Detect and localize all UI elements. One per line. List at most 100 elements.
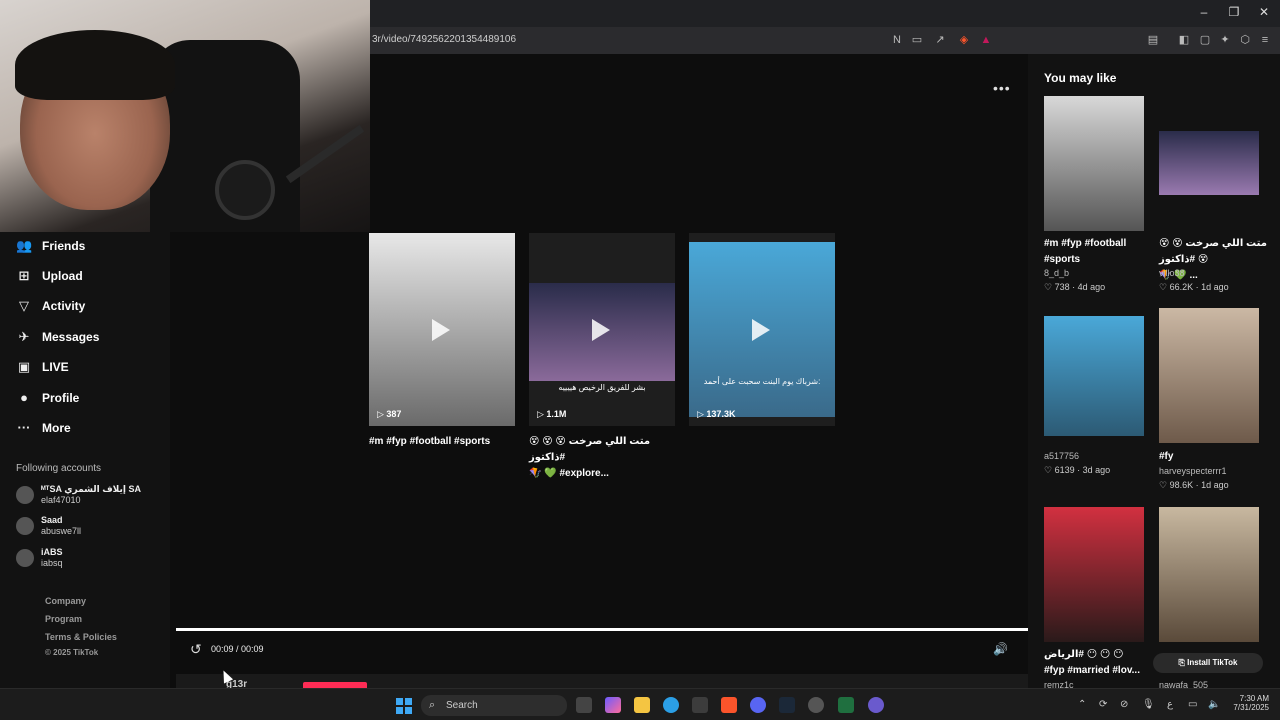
- sidebar-item-friends[interactable]: 👥 Friends: [16, 235, 85, 257]
- sidebar-item-upload[interactable]: ⊞ Upload: [16, 265, 83, 287]
- taskbar-clock[interactable]: 7:30 AM 7/31/2025: [1225, 694, 1269, 712]
- sidebar-item-activity[interactable]: ▽ Activity: [16, 295, 85, 317]
- sidebar-item-more[interactable]: ··· More: [16, 417, 71, 439]
- address-bar[interactable]: 3r/video/7492562201354489106 N ▭ ↗ ◈ ▲ ▤…: [370, 27, 1280, 54]
- sidebar-item-label: LIVE: [42, 360, 69, 374]
- tray-chevron-icon[interactable]: ⌃: [1078, 699, 1086, 710]
- account-name: iABS: [41, 547, 63, 557]
- tray-display-icon[interactable]: ▭: [1188, 699, 1197, 710]
- footer-link[interactable]: Company: [45, 596, 86, 606]
- sidebar-item-label: Friends: [42, 239, 86, 253]
- video-caption[interactable]: متت اللي صرخت 😵 😵 😵 #ذاكتوز 🪁 💚 #explore.…: [529, 434, 675, 482]
- obs-icon[interactable]: [808, 697, 824, 713]
- sidebar-item-live[interactable]: ▣ LIVE: [16, 356, 69, 378]
- sidebar-item-label: Profile: [42, 391, 80, 405]
- share-icon[interactable]: ↗: [933, 33, 947, 47]
- following-account[interactable]: ᴹᵀSA إيلاف الشمري SA elaf47010: [16, 481, 141, 509]
- footer-link[interactable]: Program: [45, 614, 82, 624]
- sidebar-item-label: Messages: [42, 330, 100, 344]
- windows-start-icon[interactable]: [396, 698, 412, 714]
- menu-icon[interactable]: ≡: [1258, 33, 1272, 47]
- view-count: ▷ 1.1M: [537, 409, 567, 419]
- maximize-window-button[interactable]: ❐: [1220, 5, 1248, 19]
- sidebar-toggle-icon[interactable]: ◧: [1177, 33, 1191, 47]
- messages-icon: ✈: [18, 329, 30, 344]
- heart-icon: ♡: [1044, 282, 1055, 292]
- footer-link[interactable]: Terms & Policies: [45, 632, 117, 642]
- recommended-video-thumbnail[interactable]: [1159, 131, 1259, 195]
- profile-icon: ●: [20, 390, 28, 405]
- play-icon[interactable]: [752, 319, 770, 341]
- tray-volume-icon[interactable]: 🔈: [1208, 699, 1220, 710]
- sidebar-item-messages[interactable]: ✈ Messages: [16, 326, 100, 348]
- store-icon[interactable]: [692, 697, 708, 713]
- video-card[interactable]: شرباك يوم البنت سحبت على أحمد: ▷ 137.3K: [689, 233, 835, 426]
- recommended-video-thumbnail[interactable]: [1044, 96, 1144, 231]
- recommended-video-thumbnail[interactable]: [1044, 507, 1144, 642]
- close-window-button[interactable]: ✕: [1250, 5, 1278, 19]
- brave-rewards-icon[interactable]: ▲: [979, 33, 993, 47]
- brave-shield-icon[interactable]: ◈: [957, 33, 971, 47]
- tray-network-icon[interactable]: ⊘: [1120, 699, 1128, 710]
- recommended-video-thumbnail[interactable]: [1044, 316, 1144, 436]
- account-name: ᴹᵀSA إيلاف الشمري SA: [41, 484, 141, 494]
- webcam-overlay: [0, 0, 370, 232]
- recommended-video-author[interactable]: harveyspecterrr1: [1159, 466, 1227, 476]
- account-handle: elaf47010: [41, 495, 81, 505]
- minimize-window-button[interactable]: –: [1190, 5, 1218, 19]
- discord-icon[interactable]: [750, 697, 766, 713]
- leo-ai-icon[interactable]: ✦: [1218, 33, 1232, 47]
- recommended-video-title[interactable]: #fy: [1159, 449, 1269, 465]
- activity-icon: ▽: [19, 298, 29, 313]
- steam-icon[interactable]: [779, 697, 795, 713]
- video-overlay-text: شرباك يوم البنت سحبت على أحمد:: [703, 377, 821, 386]
- cast-icon[interactable]: ▭: [910, 33, 924, 47]
- edge-icon[interactable]: [663, 697, 679, 713]
- recommended-video-title[interactable]: #m #fyp #football #sports: [1044, 236, 1154, 268]
- app-icon[interactable]: [868, 697, 884, 713]
- recommended-video-author[interactable]: 8_d_b: [1044, 268, 1069, 278]
- video-card[interactable]: بشر للفريق الرخيص هييييه ▷ 1.1M: [529, 233, 675, 426]
- heart-icon: ♡: [1044, 465, 1055, 475]
- brave-browser-icon[interactable]: [721, 697, 737, 713]
- sidebar-item-label: Upload: [42, 269, 83, 283]
- account-handle: iabsq: [41, 558, 63, 568]
- play-icon[interactable]: [432, 319, 450, 341]
- taskbar-search-input[interactable]: ⌕ Search: [421, 695, 567, 716]
- reader-icon[interactable]: ▤: [1146, 33, 1160, 47]
- video-progress-bar[interactable]: [176, 628, 1028, 631]
- recommended-video-author[interactable]: villo38: [1159, 268, 1185, 278]
- heart-icon: ♡: [1159, 480, 1170, 490]
- recommended-video-title[interactable]: الرياض# 😶 😶 😶 #fyp #married #lov...: [1044, 647, 1154, 679]
- replay-icon[interactable]: ↺: [190, 641, 202, 658]
- vpn-icon[interactable]: ⬡: [1238, 33, 1252, 47]
- install-tiktok-button[interactable]: ⎘ Install TikTok: [1153, 653, 1263, 673]
- wallet-icon[interactable]: ▢: [1198, 33, 1212, 47]
- copilot-icon[interactable]: [605, 697, 621, 713]
- video-card[interactable]: ▷ 387: [369, 233, 515, 426]
- play-icon[interactable]: [592, 319, 610, 341]
- file-explorer-icon[interactable]: [634, 697, 650, 713]
- recommended-video-author[interactable]: a517756: [1044, 451, 1079, 461]
- following-account[interactable]: Saad abuswe7ll: [16, 512, 81, 540]
- following-account[interactable]: iABS iabsq: [16, 544, 63, 572]
- url-text[interactable]: 3r/video/7492562201354489106: [372, 34, 516, 45]
- recommended-video-thumbnail[interactable]: [1159, 308, 1259, 443]
- recommended-video-stats: ♡ 98.6K · 1d ago: [1159, 480, 1229, 490]
- more-options-icon[interactable]: •••: [993, 80, 1011, 96]
- creator-strip: g13r: [176, 674, 1028, 688]
- tray-sync-icon[interactable]: ⟳: [1099, 699, 1107, 710]
- tray-mic-icon[interactable]: 🎙: [1142, 699, 1155, 710]
- following-accounts-title: Following accounts: [16, 463, 102, 474]
- volume-icon[interactable]: 🔊: [993, 642, 1008, 656]
- recommended-video-thumbnail[interactable]: [1159, 507, 1259, 642]
- excel-icon[interactable]: [838, 697, 854, 713]
- heart-icon: ♡: [1159, 282, 1170, 292]
- account-name: Saad: [41, 515, 63, 525]
- translate-icon[interactable]: N: [890, 33, 904, 47]
- video-caption[interactable]: #m #fyp #football #sports: [369, 434, 515, 450]
- live-icon: ▣: [17, 359, 31, 374]
- task-view-icon[interactable]: [576, 697, 592, 713]
- tray-language-indicator[interactable]: ع: [1167, 699, 1173, 710]
- sidebar-item-profile[interactable]: ● Profile: [16, 387, 79, 409]
